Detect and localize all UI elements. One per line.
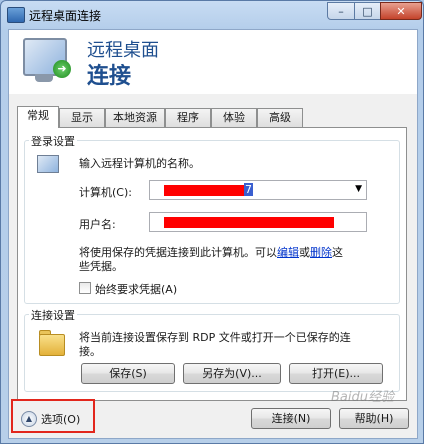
- credentials-note-line2: 些凭据。: [79, 260, 123, 273]
- tab-display[interactable]: 显示: [59, 108, 105, 127]
- maximize-button[interactable]: □: [354, 2, 381, 20]
- open-button[interactable]: 打开(E)...: [289, 363, 383, 384]
- watermark: Baidu经验: [331, 390, 394, 405]
- tab-local-resources[interactable]: 本地资源: [105, 108, 165, 127]
- app-icon: [7, 7, 25, 23]
- help-button[interactable]: 帮助(H): [339, 408, 409, 429]
- dropdown-arrow-icon[interactable]: ▼: [355, 184, 362, 194]
- header-banner: ➜ 远程桌面 连接: [9, 30, 417, 94]
- login-settings-label: 登录设置: [29, 133, 77, 149]
- redacted-computer-name: [164, 185, 244, 196]
- always-ask-checkbox[interactable]: [79, 282, 91, 294]
- computer-label: 计算机(C):: [79, 186, 132, 199]
- tab-experience[interactable]: 体验: [211, 108, 257, 127]
- chevron-up-icon[interactable]: ▲: [21, 411, 37, 427]
- tab-panel-general: 登录设置 输入远程计算机的名称。 计算机(C): 7 ▼ 用户名: 将使用保存的…: [17, 127, 407, 401]
- header-title-line2: 连接: [87, 64, 132, 89]
- window-title: 远程桌面连接: [29, 9, 102, 23]
- delete-credentials-link[interactable]: 删除: [310, 246, 332, 259]
- tab-programs[interactable]: 程序: [165, 108, 211, 127]
- dialog-client-area: ➜ 远程桌面 连接 常规 显示 本地资源 程序 体验 高级 登录设置 输入远程计…: [8, 29, 418, 439]
- save-button[interactable]: 保存(S): [81, 363, 175, 384]
- monitor-stand-icon: [35, 74, 53, 82]
- connect-button[interactable]: 连接(N): [251, 408, 331, 429]
- remote-desktop-window: 远程桌面连接 – □ ✕ ➜ 远程桌面 连接 常规 显示 本地资源 程序 体验 …: [0, 0, 424, 444]
- username-field[interactable]: [149, 212, 367, 232]
- minimize-button[interactable]: –: [327, 2, 355, 20]
- connection-description-line2: 接。: [79, 345, 101, 358]
- tab-general[interactable]: 常规: [17, 106, 59, 128]
- computer-value-tail: 7: [244, 183, 253, 196]
- save-as-button[interactable]: 另存为(V)...: [183, 363, 281, 384]
- redacted-username: [164, 217, 334, 228]
- computer-combobox[interactable]: 7 ▼: [149, 180, 367, 200]
- options-highlight-box: ▲ 选项(O): [11, 399, 95, 433]
- folder-icon: [39, 334, 65, 356]
- connect-arrow-icon: ➜: [53, 60, 71, 78]
- always-ask-label[interactable]: 始终要求凭据(A): [95, 281, 177, 297]
- connection-settings-group: 连接设置 将当前连接设置保存到 RDP 文件或打开一个已保存的连 接。 保存(S…: [24, 307, 400, 392]
- close-button[interactable]: ✕: [380, 2, 422, 20]
- connection-description: 将当前连接设置保存到 RDP 文件或打开一个已保存的连: [79, 331, 351, 344]
- title-bar[interactable]: 远程桌面连接 – □ ✕: [1, 1, 423, 29]
- options-toggle[interactable]: 选项(O): [41, 411, 80, 427]
- login-prompt: 输入远程计算机的名称。: [79, 157, 200, 170]
- computer-icon: [37, 155, 59, 173]
- connection-settings-label: 连接设置: [29, 307, 77, 323]
- tab-advanced[interactable]: 高级: [257, 108, 303, 127]
- username-label: 用户名:: [79, 218, 116, 231]
- login-settings-group: 登录设置 输入远程计算机的名称。 计算机(C): 7 ▼ 用户名: 将使用保存的…: [24, 133, 400, 304]
- edit-credentials-link[interactable]: 编辑: [277, 246, 299, 259]
